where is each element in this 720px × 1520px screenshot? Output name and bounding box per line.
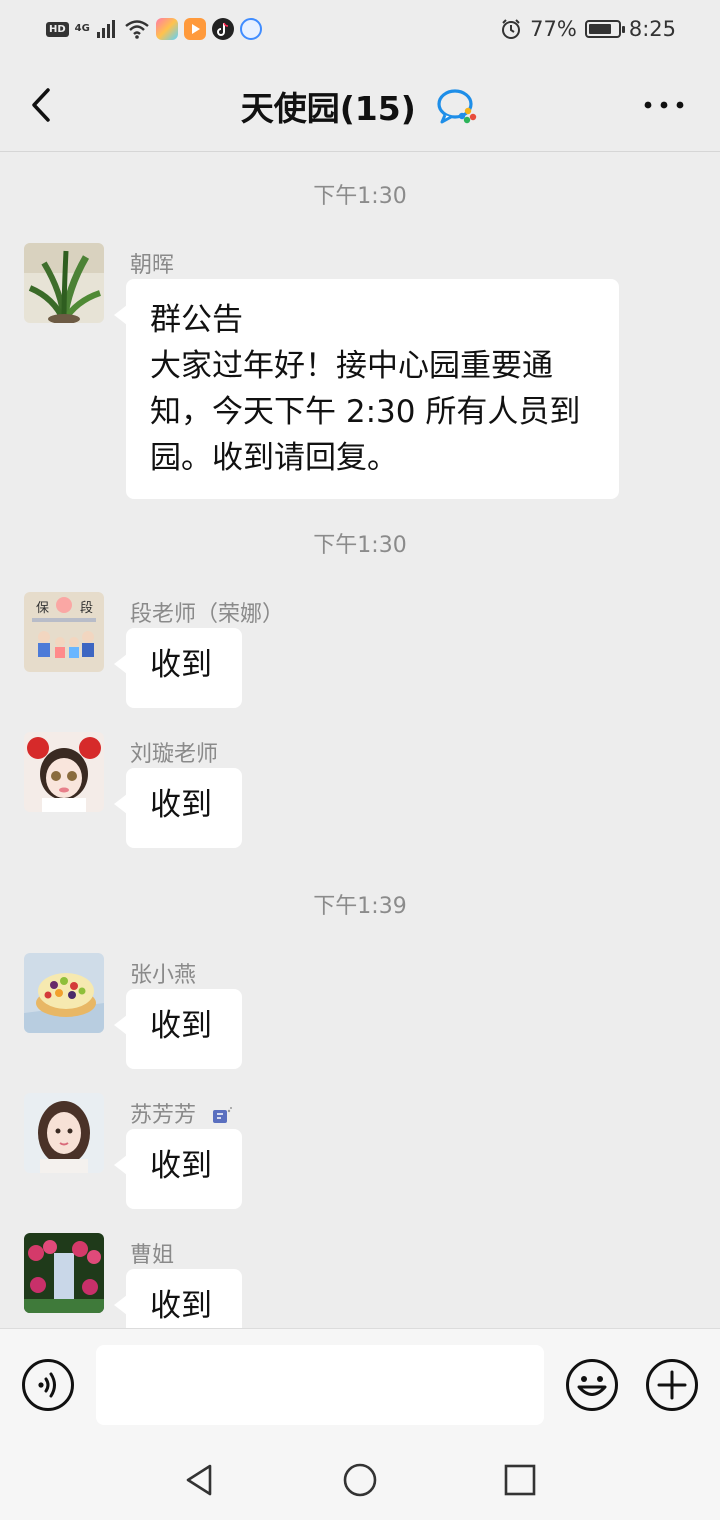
sender-name: 刘璇老师 [130, 742, 219, 767]
sender-name: 段老师（荣娜） [130, 602, 285, 627]
message-input[interactable] [96, 1345, 544, 1425]
status-right: 77% 8:25 [500, 16, 676, 42]
message-bubble[interactable]: 收到 [114, 989, 242, 1069]
timestamp: 下午1:39 [313, 894, 407, 919]
message-text: 收到 [150, 647, 212, 683]
cartoon-kids-avatar[interactable]: 保 段 [24, 592, 104, 672]
timestamp: 下午1:30 [313, 533, 407, 558]
sender-name: 张小燕 [130, 963, 197, 988]
nav-back-icon[interactable] [182, 1462, 218, 1498]
chat-header: 天使园(15) [0, 58, 720, 152]
video-app-icon [183, 18, 206, 40]
alipay-app-icon [239, 18, 262, 40]
status-bar: HD 4G 77% 8:25 [0, 0, 720, 58]
svg-text:保: 保 [36, 601, 49, 616]
more-options-icon[interactable] [642, 88, 686, 122]
gallery-app-icon [155, 18, 178, 40]
message-bubble[interactable]: 收到 [114, 1269, 242, 1328]
nav-home-icon[interactable] [342, 1462, 378, 1498]
wifi-icon [125, 20, 149, 39]
plant-avatar[interactable] [24, 243, 104, 323]
battery-percent: 77% [530, 17, 577, 41]
sender-name: 苏芳芳 [130, 1097, 233, 1129]
sender-name-text: 苏芳芳 [130, 1103, 197, 1128]
hd-indicator: HD [46, 21, 69, 37]
status-left: HD 4G [46, 16, 262, 42]
message-text: 收到 [150, 787, 212, 823]
input-bar [0, 1328, 720, 1440]
message-text: 收到 [150, 1148, 212, 1184]
message-text-line: 园。收到请回复。 [150, 440, 398, 476]
message-text-line: 群公告 [150, 302, 243, 338]
message-bubble[interactable]: 收到 [114, 1129, 242, 1209]
message-text: 收到 [150, 1288, 212, 1324]
message-text-line: 知，今天下午 2:30 所有人员到 [150, 394, 581, 430]
battery-icon [584, 20, 625, 38]
chat-title: 天使园(15) [0, 82, 720, 130]
signal-icon [96, 20, 115, 38]
badge-icon [213, 1107, 233, 1123]
message-bubble[interactable]: 群公告 大家过年好！接中心园重要通 知，今天下午 2:30 所有人员到 园。收到… [114, 279, 619, 499]
emoji-icon[interactable] [565, 1358, 619, 1412]
message-bubble[interactable]: 收到 [114, 628, 242, 708]
girl-red-bows-avatar[interactable] [24, 732, 104, 812]
fruit-cake-avatar[interactable] [24, 953, 104, 1033]
tiktok-app-icon [211, 18, 234, 40]
chat-title-text: 天使园(15) [240, 89, 416, 128]
sender-name: 曹姐 [130, 1243, 175, 1268]
network-indicator: 4G [74, 23, 90, 34]
message-list[interactable]: 下午1:30 朝晖 群公告 大家过年好！接中心园重要通 知，今天下午 2:30 … [0, 153, 720, 1328]
battery-fill [588, 24, 611, 34]
flowers-waterfall-avatar[interactable] [24, 1233, 104, 1313]
enterprise-chat-icon [437, 89, 477, 124]
sender-name: 朝晖 [130, 253, 175, 278]
svg-text:段: 段 [80, 601, 93, 616]
voice-icon[interactable] [21, 1358, 75, 1412]
plus-icon[interactable] [645, 1358, 699, 1412]
system-nav-bar [0, 1440, 720, 1520]
alarm-icon [502, 19, 521, 39]
girl-portrait-avatar[interactable] [24, 1093, 104, 1173]
message-text: 收到 [150, 1008, 212, 1044]
clock: 8:25 [628, 17, 676, 41]
message-bubble[interactable]: 收到 [114, 768, 242, 848]
timestamp: 下午1:30 [313, 184, 407, 209]
nav-recent-icon[interactable] [502, 1462, 538, 1498]
message-text-line: 大家过年好！接中心园重要通 [150, 348, 553, 384]
